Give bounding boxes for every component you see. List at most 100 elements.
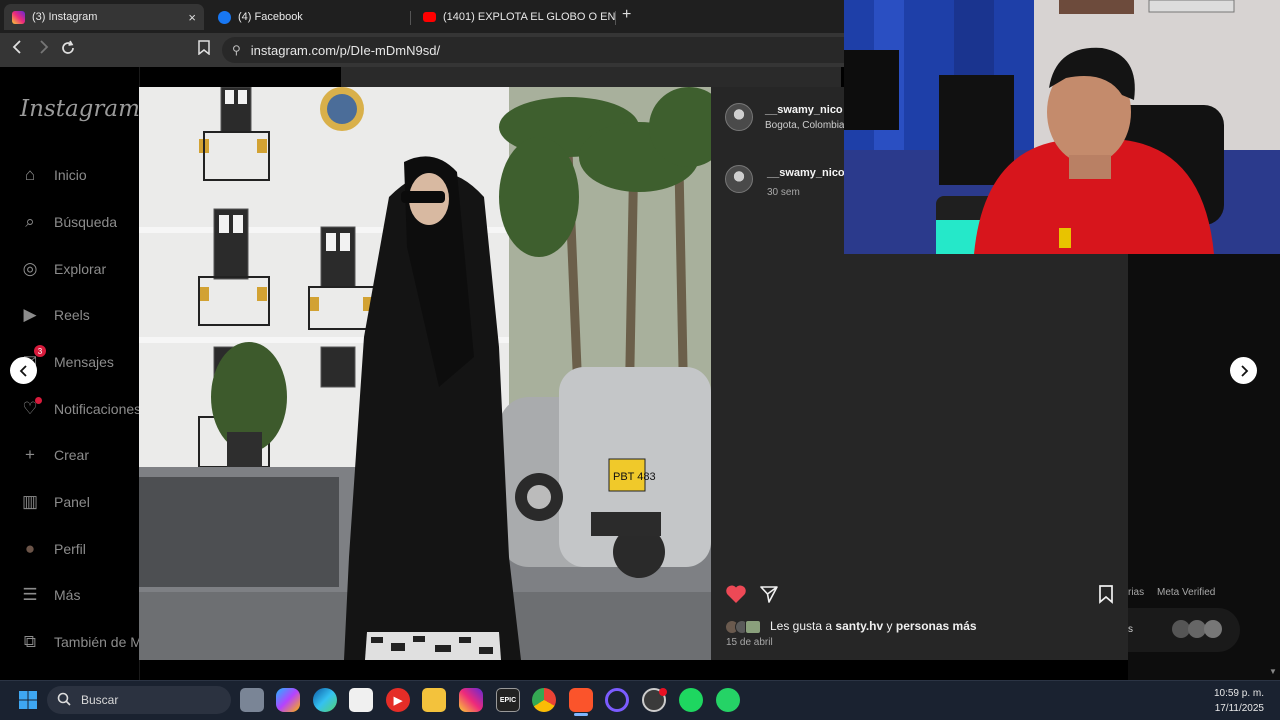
scroll-down-arrow-icon[interactable]: ▼ xyxy=(1269,667,1277,676)
likes-join: y xyxy=(883,619,896,633)
liker-username[interactable]: santy.hv xyxy=(835,619,883,633)
chrome-icon[interactable] xyxy=(532,688,556,712)
sidebar-item-perfil[interactable]: ● Perfil xyxy=(20,534,86,564)
cortana-icon[interactable] xyxy=(605,688,629,712)
sidebar-item-también-de-me[interactable]: ⧉ También de Me xyxy=(20,627,150,657)
copilot-icon[interactable] xyxy=(276,688,300,712)
like-heart-icon[interactable] xyxy=(725,584,747,609)
system-clock[interactable]: 10:59 p. m. 17/11/2025 xyxy=(1214,686,1264,716)
windows-start-icon[interactable] xyxy=(16,688,40,712)
unread-count-badge: 3 xyxy=(34,345,46,357)
tab-divider xyxy=(615,11,616,25)
sidebar-item-label: Panel xyxy=(54,494,90,510)
widgets-icon[interactable] xyxy=(240,688,264,712)
edge-icon[interactable] xyxy=(313,688,337,712)
sidebar-item-label: Inicio xyxy=(54,167,87,183)
epic-games-icon[interactable]: EPIC xyxy=(496,688,520,712)
notification-dot xyxy=(35,397,42,404)
tab-title: (1401) EXPLOTA EL GLOBO O ENCUE xyxy=(443,11,615,23)
close-tab-icon[interactable]: × xyxy=(188,10,196,25)
post-image[interactable]: PBT 483 xyxy=(139,87,711,660)
bookmark-page-icon[interactable] xyxy=(194,40,214,60)
sidebar-item-label: Más xyxy=(54,587,81,603)
facebook-favicon-icon xyxy=(218,10,231,24)
instagram-icon[interactable] xyxy=(459,688,483,712)
forward-icon[interactable] xyxy=(33,40,53,59)
site-info-icon[interactable]: ⚲ xyxy=(232,43,241,57)
meta-icon: ⧉ xyxy=(23,632,37,651)
active-app-indicator xyxy=(574,713,588,716)
instagram-logo[interactable]: Instagram xyxy=(20,96,140,122)
clock-time: 10:59 p. m. xyxy=(1213,688,1264,699)
youtube-icon[interactable]: ▶ xyxy=(386,688,410,712)
taskbar-search-box[interactable]: Buscar xyxy=(47,686,231,714)
background-post-strip xyxy=(341,67,841,87)
sidebar-item-label: Búsqueda xyxy=(54,214,118,230)
likers-avatars[interactable] xyxy=(725,618,769,636)
sidebar-item-notificaciones[interactable]: ♡ Notificaciones xyxy=(20,394,141,424)
likes-more-link[interactable]: personas más xyxy=(896,619,977,633)
taskbar-search-label: Buscar xyxy=(81,693,119,707)
sidebar-item-label: Crear xyxy=(54,447,90,463)
webcam-overlay xyxy=(844,0,1280,254)
dashboard-icon: ▥ xyxy=(21,492,39,511)
comment-timestamp: 30 sem xyxy=(767,187,800,198)
author-avatar[interactable] xyxy=(725,103,753,131)
sidebar-item-label: Explorar xyxy=(54,261,107,277)
post-location[interactable]: Bogota, Colombia xyxy=(765,120,845,131)
comment-username[interactable]: __swamy_nico xyxy=(767,167,845,179)
reels-icon: ▶ xyxy=(23,305,37,324)
sidebar-item-crear[interactable]: + Crear xyxy=(20,440,89,470)
next-post-button[interactable] xyxy=(1230,357,1257,384)
store-icon[interactable] xyxy=(349,688,373,712)
sidebar-item-label: Reels xyxy=(54,307,90,323)
notification-dot xyxy=(659,688,667,696)
tab-title: (4) Facebook xyxy=(238,11,303,23)
plus-icon: + xyxy=(25,445,35,464)
profile-avatar-icon: ● xyxy=(24,539,36,558)
back-icon[interactable] xyxy=(8,40,28,59)
sidebar-item-búsqueda[interactable]: ⌕ Búsqueda xyxy=(20,207,117,237)
avatar xyxy=(1204,620,1222,638)
youtube-favicon-icon xyxy=(423,12,436,22)
sidebar-item-label: Notificaciones xyxy=(54,401,142,417)
footer-link-meta-verified[interactable]: Meta Verified xyxy=(1157,587,1215,598)
footer-link[interactable]: rias xyxy=(1128,587,1144,598)
share-send-icon[interactable] xyxy=(759,584,779,609)
likes-summary[interactable]: Les gusta a santy.hv y personas más xyxy=(770,619,977,633)
clock-date: 17/11/2025 xyxy=(1214,703,1264,714)
address-bar[interactable]: ⚲ instagram.com/p/DIe-mDmN9sd/ xyxy=(222,37,862,63)
tab-youtube[interactable]: (1401) EXPLOTA EL GLOBO O ENCUE xyxy=(415,4,615,30)
comment-avatar[interactable] xyxy=(725,165,753,193)
sidebar-item-panel[interactable]: ▥ Panel xyxy=(20,487,90,517)
sidebar-item-label: También de Me xyxy=(54,634,150,650)
url-text: instagram.com/p/DIe-mDmN9sd/ xyxy=(250,42,441,58)
home-icon: ⌂ xyxy=(24,165,36,184)
background-messages-pill[interactable]: s xyxy=(1128,608,1240,652)
spotify-icon[interactable] xyxy=(679,688,703,712)
background-pill-text: s xyxy=(1128,624,1133,635)
search-icon: ⌕ xyxy=(25,212,35,231)
sidebar-item-label: Mensajes xyxy=(54,354,114,370)
previous-post-button[interactable] xyxy=(10,357,37,384)
post-author-username[interactable]: __swamy_nico xyxy=(765,104,843,116)
heart-icon: ♡ xyxy=(20,397,42,419)
post-date[interactable]: 15 de abril xyxy=(726,637,773,648)
brave-icon[interactable] xyxy=(569,688,593,712)
reload-icon[interactable] xyxy=(58,40,78,61)
search-icon xyxy=(57,692,71,709)
whatsapp-icon[interactable] xyxy=(716,688,740,712)
tab-facebook[interactable]: (4) Facebook xyxy=(210,4,405,30)
tab-divider xyxy=(410,11,411,25)
file-explorer-icon[interactable] xyxy=(422,688,446,712)
tab-instagram[interactable]: (3) Instagram × xyxy=(4,4,204,30)
sidebar-item-reels[interactable]: ▶ Reels xyxy=(20,300,90,330)
tab-title: (3) Instagram xyxy=(32,11,98,23)
sidebar-item-explorar[interactable]: ◎ Explorar xyxy=(20,254,107,284)
instagram-favicon-icon xyxy=(12,10,25,24)
sidebar-item-más[interactable]: ☰ Más xyxy=(20,580,80,610)
sidebar-item-label: Perfil xyxy=(54,541,86,557)
sidebar-item-inicio[interactable]: ⌂ Inicio xyxy=(20,160,87,190)
save-bookmark-icon[interactable] xyxy=(1098,584,1114,609)
new-tab-button[interactable]: + xyxy=(622,6,631,24)
